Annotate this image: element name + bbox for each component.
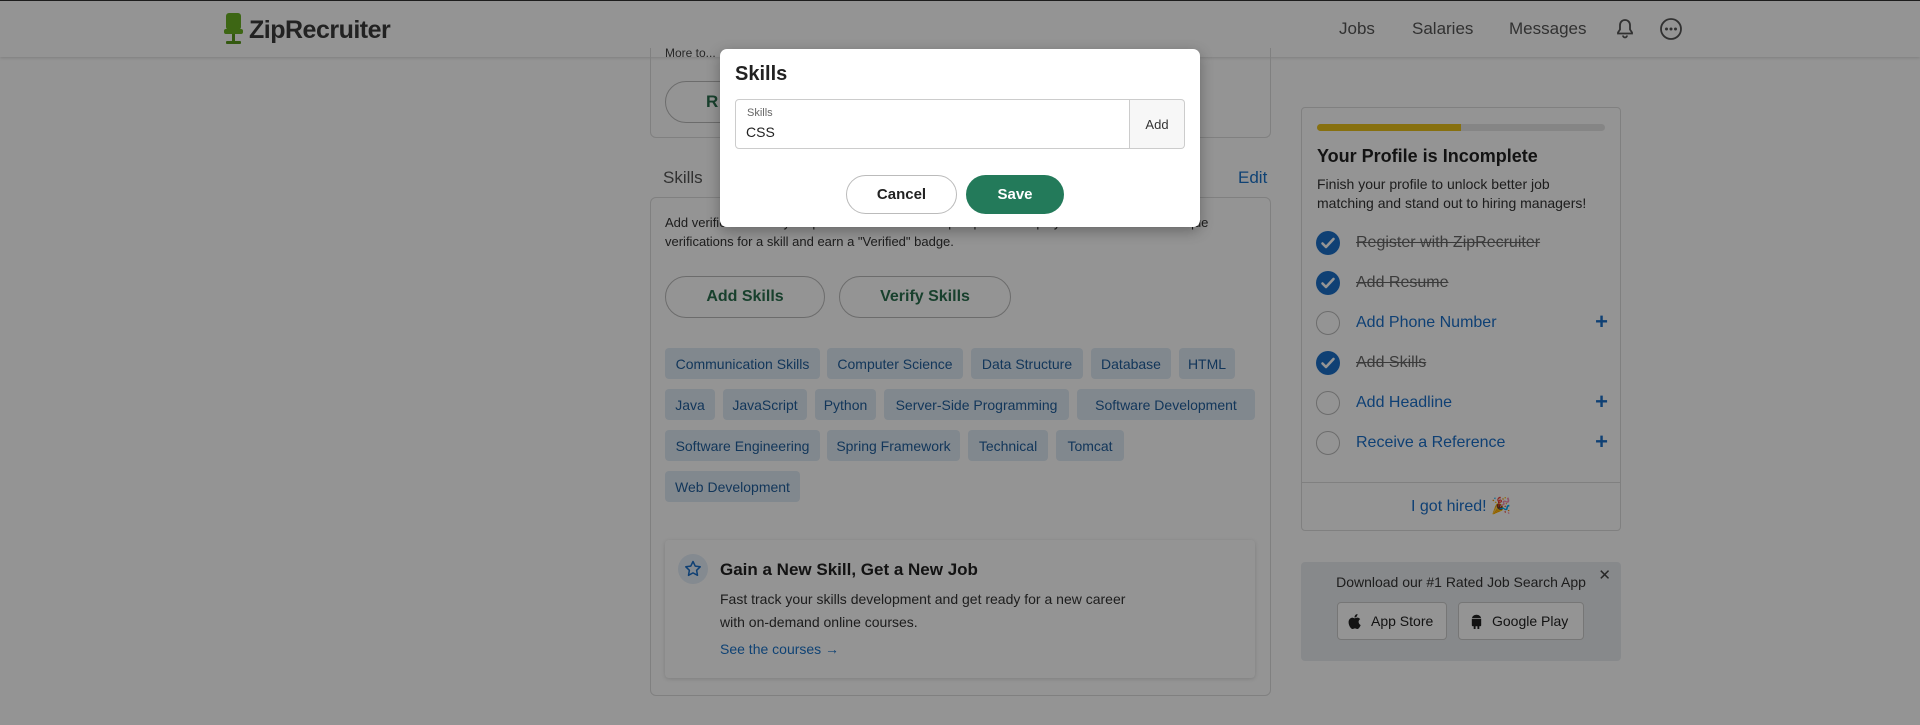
skills-modal: Skills Skills Add Cancel Save xyxy=(720,49,1200,227)
cancel-button[interactable]: Cancel xyxy=(846,175,957,214)
skills-field: Skills xyxy=(735,99,1130,149)
modal-title: Skills xyxy=(735,63,788,85)
add-skill-button[interactable]: Add xyxy=(1130,99,1185,149)
skills-input[interactable] xyxy=(746,122,1116,142)
skills-field-label: Skills xyxy=(747,107,773,119)
save-button[interactable]: Save xyxy=(966,175,1064,214)
